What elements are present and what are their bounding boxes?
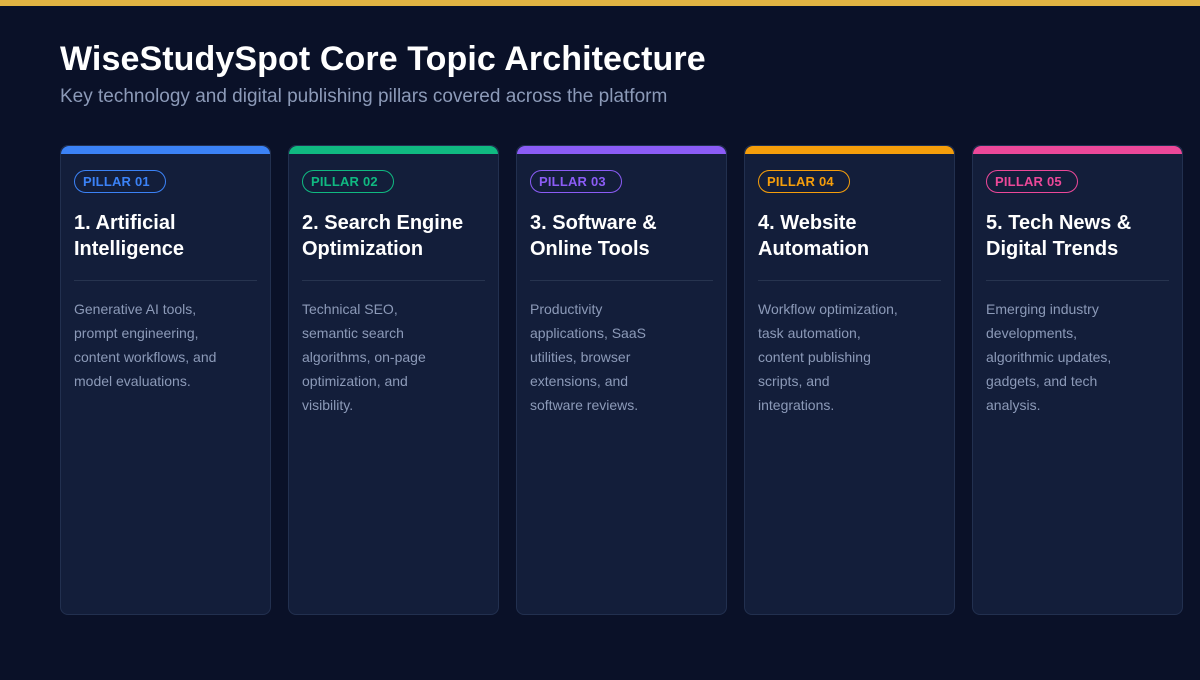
pillar-description: Technical SEO, semantic search algorithm… (302, 301, 426, 413)
pillar-title: 1. Artificial Intelligence (74, 212, 185, 260)
pillar-card: PILLAR 05 5. Tech News & Digital Trends … (972, 145, 1183, 615)
pillar-description: Generative AI tools, prompt engineering,… (74, 301, 217, 389)
page-subtitle: Key technology and digital publishing pi… (60, 86, 668, 107)
pillar-badge: PILLAR 03 (530, 170, 622, 193)
pillar-title: 3. Software & Online Tools (530, 212, 657, 260)
pillar-card: PILLAR 04 4. Website Automation Workflow… (744, 145, 955, 615)
pillar-title: 4. Website Automation (758, 212, 870, 260)
card-accent-bar (61, 146, 270, 154)
card-accent-bar (517, 146, 726, 154)
card-divider (530, 280, 713, 281)
pillar-description: Emerging industry developments, algorith… (986, 301, 1112, 413)
pillar-badge: PILLAR 01 (74, 170, 166, 193)
pillar-badge: PILLAR 02 (302, 170, 394, 193)
pillar-cards: PILLAR 01 1. Artificial Intelligence Gen… (60, 145, 1183, 615)
pillar-card: PILLAR 01 1. Artificial Intelligence Gen… (60, 145, 271, 615)
card-divider (758, 280, 941, 281)
card-divider (302, 280, 485, 281)
card-accent-bar (289, 146, 498, 154)
pillar-title: 2. Search Engine Optimization (302, 212, 464, 260)
pillar-description: Workflow optimization, task automation, … (758, 301, 898, 413)
pillar-badge: PILLAR 04 (758, 170, 850, 193)
pillar-title: 5. Tech News & Digital Trends (986, 212, 1132, 260)
card-accent-bar (745, 146, 954, 154)
pillar-badge: PILLAR 05 (986, 170, 1078, 193)
pillar-description: Productivity applications, SaaS utilitie… (530, 301, 646, 413)
top-accent-bar (0, 0, 1200, 6)
page-title: WiseStudySpot Core Topic Architecture (60, 40, 706, 78)
card-accent-bar (973, 146, 1182, 154)
pillar-card: PILLAR 03 3. Software & Online Tools Pro… (516, 145, 727, 615)
card-divider (74, 280, 257, 281)
pillar-card: PILLAR 02 2. Search Engine Optimization … (288, 145, 499, 615)
card-divider (986, 280, 1169, 281)
